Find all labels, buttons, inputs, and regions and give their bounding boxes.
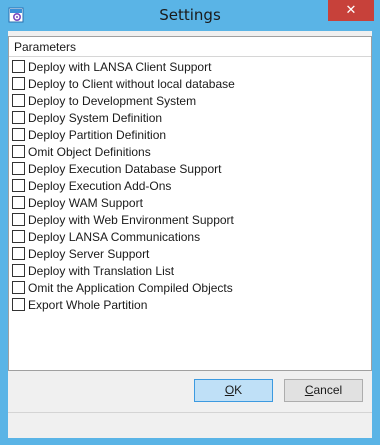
parameters-list: Deploy with LANSA Client Support Deploy t… [12,58,235,313]
ok-button[interactable]: OK [194,379,273,402]
parameter-checkbox-row[interactable]: Deploy Execution Add-Ons [12,177,235,194]
parameter-label: Deploy WAM Support [28,195,143,210]
parameter-checkbox-row[interactable]: Deploy with Web Environment Support [12,211,235,228]
ok-button-mnemonic: O [224,383,235,397]
title-bar[interactable]: Settings ✕ [0,0,380,30]
cancel-button-label: ancel [313,383,343,397]
checkbox[interactable] [12,264,25,277]
dialog-client-area: Parameters Deploy with LANSA Client Supp… [8,31,372,438]
ok-button-label: K [234,383,243,397]
parameter-checkbox-row[interactable]: Export Whole Partition [12,296,235,313]
parameter-checkbox-row[interactable]: Deploy to Client without local database [12,75,235,92]
parameter-label: Omit the Application Compiled Objects [28,280,233,295]
parameter-label: Deploy Partition Definition [28,127,167,142]
checkbox[interactable] [12,179,25,192]
settings-window: Settings ✕ Parameters Deploy with LANSA … [0,0,380,445]
checkbox[interactable] [12,162,25,175]
checkbox[interactable] [12,196,25,209]
parameter-label: Deploy Server Support [28,246,150,261]
parameter-checkbox-row[interactable]: Deploy WAM Support [12,194,235,211]
parameter-checkbox-row[interactable]: Omit the Application Compiled Objects [12,279,235,296]
parameter-checkbox-row[interactable]: Deploy System Definition [12,109,235,126]
parameter-label: Deploy Execution Database Support [28,161,222,176]
parameter-checkbox-row[interactable]: Deploy LANSA Communications [12,228,235,245]
parameter-label: Deploy with Translation List [28,263,175,278]
checkbox[interactable] [12,94,25,107]
checkbox[interactable] [12,281,25,294]
window-title: Settings [159,6,221,24]
checkbox[interactable] [12,247,25,260]
parameter-label: Deploy to Development System [28,93,197,108]
parameter-label: Deploy to Client without local database [28,76,235,91]
parameter-label: Deploy LANSA Communications [28,229,201,244]
group-divider [9,56,371,57]
parameter-label: Deploy with LANSA Client Support [28,59,212,74]
checkbox[interactable] [12,230,25,243]
checkbox[interactable] [12,213,25,226]
parameter-label: Deploy System Definition [28,110,163,125]
cancel-button[interactable]: Cancel [284,379,363,402]
checkbox[interactable] [12,111,25,124]
parameter-checkbox-row[interactable]: Deploy to Development System [12,92,235,109]
status-bar [8,412,372,438]
parameter-checkbox-row[interactable]: Deploy Partition Definition [12,126,235,143]
parameters-group-title: Parameters [14,40,77,54]
parameter-checkbox-row[interactable]: Deploy Execution Database Support [12,160,235,177]
parameter-checkbox-row[interactable]: Deploy Server Support [12,245,235,262]
checkbox[interactable] [12,77,25,90]
parameter-label: Omit Object Definitions [28,144,151,159]
close-icon: ✕ [345,3,357,18]
checkbox[interactable] [12,298,25,311]
parameter-label: Deploy with Web Environment Support [28,212,234,227]
checkbox[interactable] [12,60,25,73]
parameter-checkbox-row[interactable]: Deploy with LANSA Client Support [12,58,235,75]
parameter-label: Deploy Execution Add-Ons [28,178,172,193]
checkbox[interactable] [12,128,25,141]
parameter-checkbox-row[interactable]: Omit Object Definitions [12,143,235,160]
parameter-checkbox-row[interactable]: Deploy with Translation List [12,262,235,279]
parameter-label: Export Whole Partition [28,297,148,312]
parameters-group: Parameters Deploy with LANSA Client Supp… [8,36,372,371]
close-button[interactable]: ✕ [328,0,374,21]
checkbox[interactable] [12,145,25,158]
